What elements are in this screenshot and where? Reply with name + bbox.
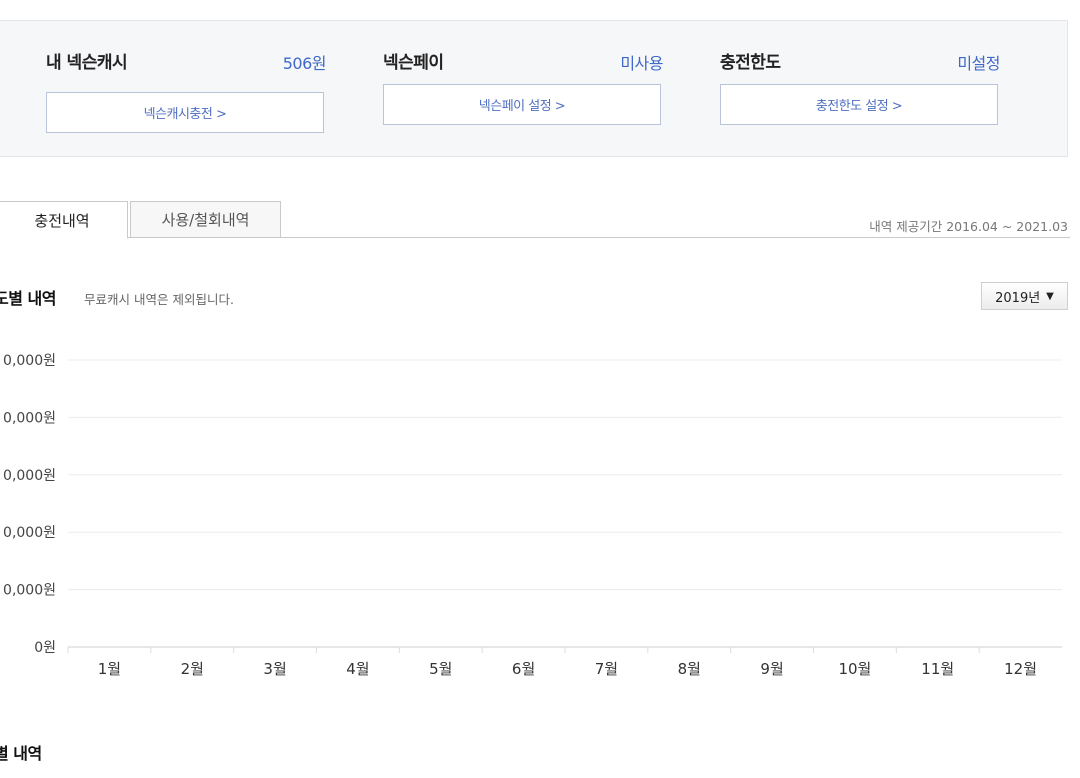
history-period: 내역 제공기간 2016.04 ~ 2021.03 [869,219,1068,234]
nexon-pay-settings-button[interactable]: 넥슨페이 설정 > [383,84,661,125]
charge-limit-settings-button[interactable]: 충전한도 설정 > [720,84,998,125]
x-tick-label: 2월 [181,660,204,678]
x-tick-label: 8월 [678,660,701,678]
tab-usage-history[interactable]: 사용/철회내역 [130,201,281,238]
x-tick-label: 5월 [429,660,452,678]
charge-limit-title: 충전한도 [720,53,781,73]
free-cash-note: 무료캐시 내역은 제외됩니다. [84,292,234,307]
monthly-charge-chart: 0원 0,000원 0,000원 0,000원 0,000원 0,000원 1월 2월 3월 4월… [3,353,1062,678]
x-tick-label: 3월 [263,660,286,678]
y-tick-label: 0,000원 [3,410,56,426]
year-select-value: 2019년 [995,290,1041,306]
x-tick-label: 6월 [512,660,535,678]
x-tick-label: 1월 [98,660,121,678]
y-tick-label: 0,000원 [3,353,56,369]
monthly-section-title: 도별 내역 [0,289,56,308]
x-tick-label: 10월 [838,660,871,678]
x-tick-label: 11월 [921,660,954,678]
y-tick-label: 0,000원 [3,525,56,541]
nexon-pay-summary: 넥슨페이 미사용 넥슨페이 설정 > [383,21,663,158]
y-tick-label: 0원 [34,640,56,656]
x-tick-label: 9월 [760,660,783,678]
x-tick-label: 7월 [595,660,618,678]
year-select[interactable]: 2019년 ▼ [981,282,1068,310]
x-tick-label: 4월 [346,660,369,678]
nexon-cash-charge-button[interactable]: 넥슨캐시충전 > [46,92,324,133]
nexon-cash-balance: 506원 [282,54,327,73]
caret-down-icon: ▼ [1046,290,1054,302]
bottom-section-title: 별 내역 [0,744,42,763]
y-tick-label: 0,000원 [3,468,56,484]
charge-limit-status: 미설정 [957,54,1000,73]
nexon-cash-title: 내 넥슨캐시 [46,53,128,73]
y-tick-label: 0,000원 [3,583,56,599]
nexon-pay-status: 미사용 [620,54,663,73]
x-tick-label: 12월 [1004,660,1037,678]
nexon-cash-summary: 내 넥슨캐시 506원 넥슨캐시충전 > [46,21,327,158]
charge-limit-summary: 충전한도 미설정 충전한도 설정 > [720,21,1000,158]
cash-summary-panel: 내 넥슨캐시 506원 넥슨캐시충전 > 넥슨페이 미사용 넥슨페이 설정 > … [0,20,1068,157]
tab-charge-history[interactable]: 충전내역 [0,201,128,239]
nexon-pay-title: 넥슨페이 [383,53,444,73]
